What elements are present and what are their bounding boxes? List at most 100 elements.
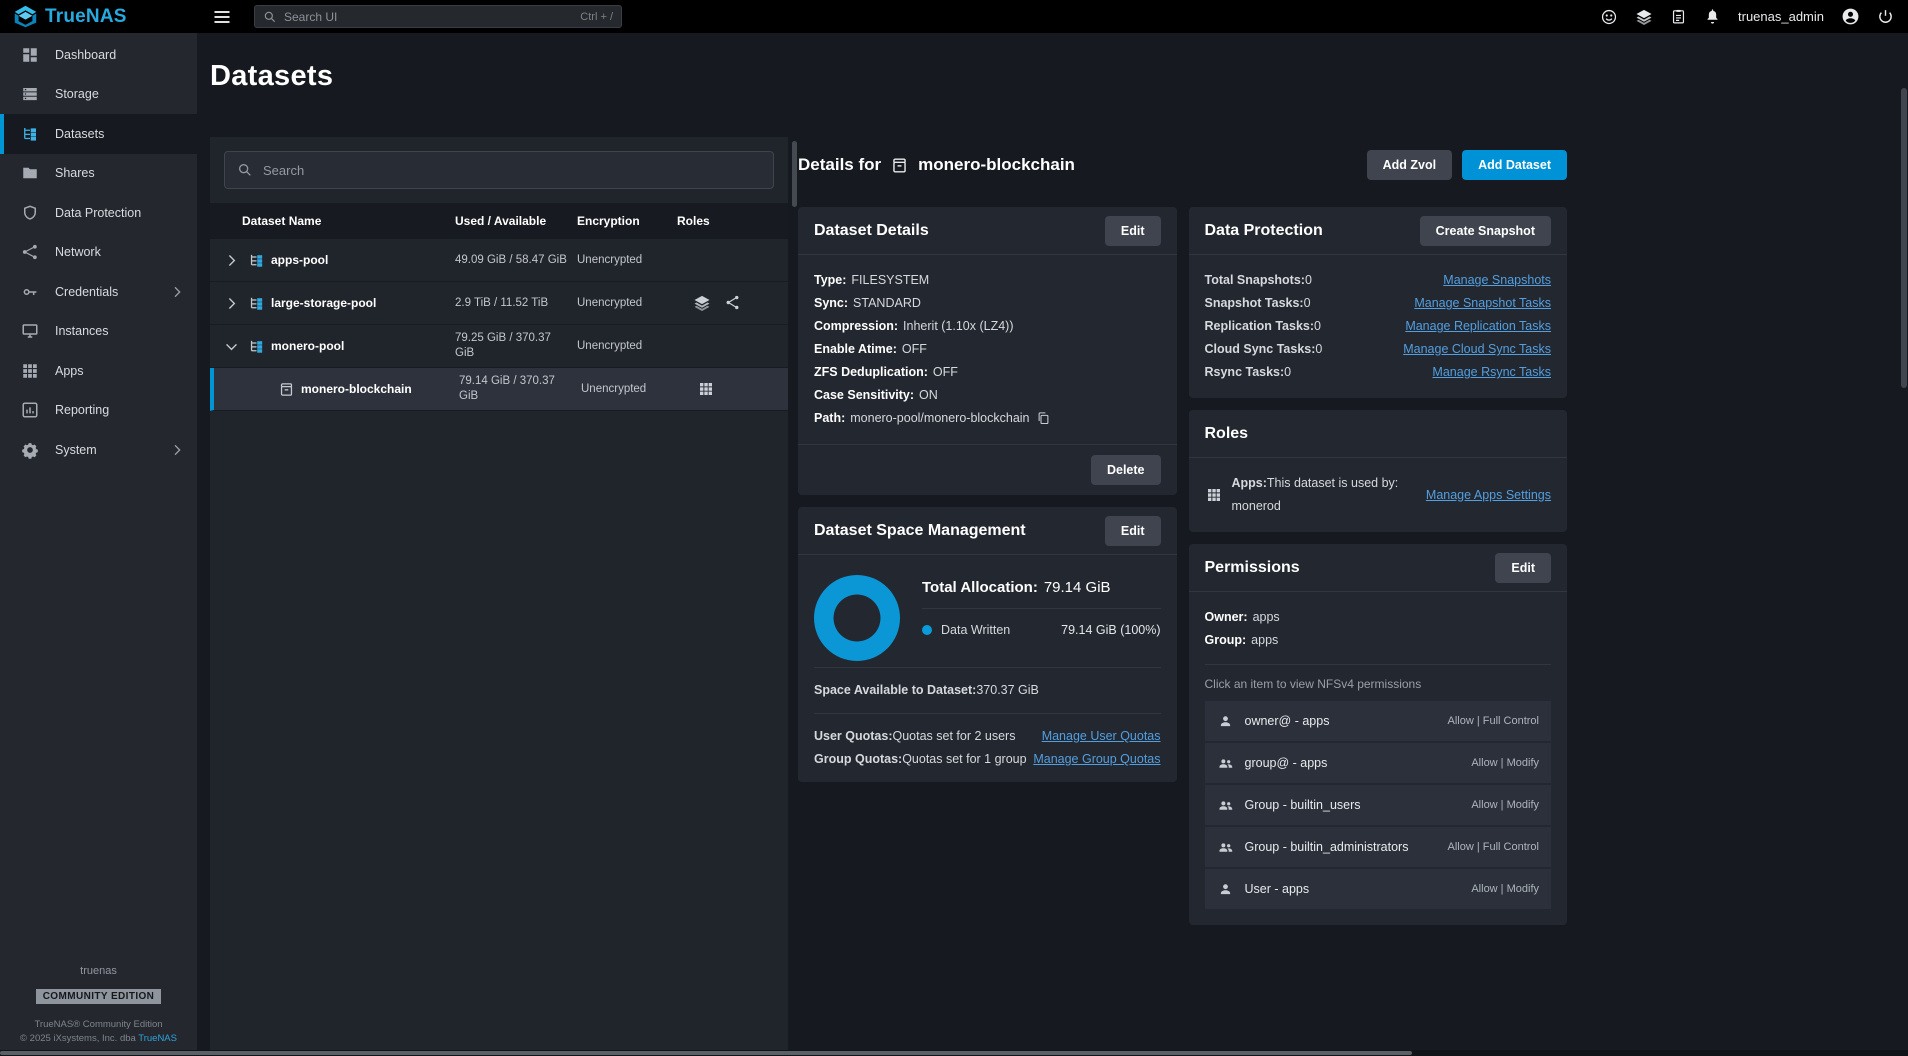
column-header: Dataset Name <box>210 214 455 228</box>
sidebar-item-dashboard[interactable]: Dashboard <box>0 35 197 75</box>
manage-user-quotas-link[interactable]: Manage User Quotas <box>1042 725 1161 748</box>
manage-replication-tasks-link[interactable]: Manage Replication Tasks <box>1405 315 1551 338</box>
field-type: Type:FILESYSTEM <box>814 269 1161 292</box>
edit-space-button[interactable]: Edit <box>1105 516 1161 546</box>
card-title: Dataset Details <box>814 222 929 240</box>
dataset-name: apps-pool <box>271 253 328 267</box>
group-icon <box>1217 797 1234 814</box>
column-header: Encryption <box>577 214 677 228</box>
global-search-input[interactable] <box>284 10 573 24</box>
user-icon[interactable] <box>1841 7 1860 26</box>
expand-chevron-down-icon[interactable] <box>220 338 242 355</box>
used-available: 49.09 GiB / 58.47 GiB <box>455 253 577 268</box>
sidebar-item-network[interactable]: Network <box>0 233 197 273</box>
manage-rsync-tasks-link[interactable]: Manage Rsync Tasks <box>1432 361 1551 384</box>
layers-role-icon <box>693 294 711 312</box>
group-icon <box>1217 839 1234 856</box>
dp-row: Snapshot Tasks:0Manage Snapshot Tasks <box>1205 292 1552 315</box>
table-row[interactable]: apps-pool 49.09 GiB / 58.47 GiB Unencryp… <box>210 239 788 282</box>
owner-field: Owner:apps <box>1205 606 1552 629</box>
truenas-logo[interactable]: TrueNAS <box>0 5 197 28</box>
vertical-scrollbar[interactable] <box>1900 33 1908 1050</box>
feedback-icon[interactable] <box>1600 8 1618 26</box>
field-case-sensitivity: Case Sensitivity:ON <box>814 384 1161 407</box>
sidebar-item-label: Apps <box>55 364 84 378</box>
table-row-selected[interactable]: monero-blockchain 79.14 GiB / 370.37 GiB… <box>210 368 788 411</box>
apps-grid-icon <box>1205 486 1223 504</box>
permission-item[interactable]: User - apps Allow | Modify <box>1205 869 1552 909</box>
sidebar-item-apps[interactable]: Apps <box>0 351 197 391</box>
permissions-list: owner@ - apps Allow | Full Control group… <box>1189 701 1568 925</box>
sidebar-item-system[interactable]: System <box>0 430 197 470</box>
manage-apps-settings-link[interactable]: Manage Apps Settings <box>1426 484 1551 507</box>
copyright-brand-link[interactable]: TrueNAS <box>138 1033 177 1044</box>
manage-snapshot-tasks-link[interactable]: Manage Snapshot Tasks <box>1414 292 1551 315</box>
permission-item[interactable]: Group - builtin_administrators Allow | F… <box>1205 827 1552 867</box>
alerts-bell-icon[interactable] <box>1704 8 1721 25</box>
details-left-column: Dataset Details Edit Type:FILESYSTEM Syn… <box>798 207 1177 794</box>
jobs-icon[interactable] <box>1670 8 1687 25</box>
monitor-icon <box>20 321 40 341</box>
used-available: 79.25 GiB / 370.37 GiB <box>455 331 577 361</box>
horizontal-scrollbar[interactable] <box>0 1050 1908 1056</box>
manage-cloud-sync-tasks-link[interactable]: Manage Cloud Sync Tasks <box>1403 338 1551 361</box>
global-search[interactable]: Ctrl + / <box>254 5 622 28</box>
expand-chevron-right-icon[interactable] <box>220 252 242 269</box>
manage-snapshots-link[interactable]: Manage Snapshots <box>1443 269 1551 292</box>
delete-dataset-button[interactable]: Delete <box>1091 455 1161 485</box>
table-row[interactable]: large-storage-pool 2.9 TiB / 11.52 TiB U… <box>210 282 788 325</box>
menu-toggle-button[interactable] <box>212 7 232 27</box>
add-dataset-button[interactable]: Add Dataset <box>1462 150 1567 180</box>
selected-dataset-name: monero-blockchain <box>918 155 1075 175</box>
sidebar-item-instances[interactable]: Instances <box>0 312 197 352</box>
manage-group-quotas-link[interactable]: Manage Group Quotas <box>1033 748 1160 771</box>
topbar: TrueNAS Ctrl + / truenas_admin <box>0 0 1908 33</box>
sidebar-item-datasets[interactable]: Datasets <box>0 114 197 154</box>
edit-permissions-button[interactable]: Edit <box>1495 553 1551 583</box>
sidebar-item-shares[interactable]: Shares <box>0 154 197 194</box>
expand-chevron-right-icon[interactable] <box>220 295 242 312</box>
add-zvol-button[interactable]: Add Zvol <box>1367 150 1452 180</box>
permission-item[interactable]: owner@ - apps Allow | Full Control <box>1205 701 1552 741</box>
group-quotas-row: Group Quotas:Quotas set for 1 group Mana… <box>814 748 1161 771</box>
group-icon <box>1217 755 1234 772</box>
dataset-name: monero-pool <box>271 339 344 353</box>
used-available: 2.9 TiB / 11.52 TiB <box>455 296 577 311</box>
legend-data-written: Data Written 79.14 GiB (100%) <box>922 609 1161 643</box>
vertical-scrollbar-thumb[interactable] <box>1901 88 1907 388</box>
legend-dot <box>922 625 932 635</box>
permission-item[interactable]: Group - builtin_users Allow | Modify <box>1205 785 1552 825</box>
sidebar-item-reporting[interactable]: Reporting <box>0 391 197 431</box>
permission-item[interactable]: group@ - apps Allow | Modify <box>1205 743 1552 783</box>
edit-dataset-details-button[interactable]: Edit <box>1105 216 1161 246</box>
copy-path-icon[interactable] <box>1036 411 1051 426</box>
dataset-details-card: Dataset Details Edit Type:FILESYSTEM Syn… <box>798 207 1177 495</box>
roles-card: Roles Apps:This dataset is used by: mone… <box>1189 410 1568 532</box>
sidebar-item-data-protection[interactable]: Data Protection <box>0 193 197 233</box>
sidebar-item-label: Instances <box>55 324 109 338</box>
card-title: Dataset Space Management <box>814 522 1026 540</box>
sidebar-item-label: Dashboard <box>55 48 116 62</box>
sidebar-item-label: Network <box>55 245 101 259</box>
truecommand-icon[interactable] <box>1635 8 1653 26</box>
dataset-search-input[interactable] <box>263 163 761 178</box>
space-donut-chart <box>814 575 900 661</box>
bar-chart-icon <box>20 400 40 420</box>
dataset-search[interactable] <box>224 151 774 189</box>
sidebar-item-credentials[interactable]: Credentials <box>0 272 197 312</box>
space-management-card: Dataset Space Management Edit Total Allo… <box>798 507 1177 782</box>
sidebar-item-label: Storage <box>55 87 99 101</box>
chevron-right-icon <box>169 284 185 300</box>
tree-scrollbar-thumb[interactable] <box>792 141 797 207</box>
table-row[interactable]: monero-pool 79.25 GiB / 370.37 GiB Unenc… <box>210 325 788 368</box>
pool-tree-icon <box>248 338 265 355</box>
encryption-state: Unencrypted <box>581 383 681 395</box>
create-snapshot-button[interactable]: Create Snapshot <box>1420 216 1551 246</box>
sidebar-item-storage[interactable]: Storage <box>0 75 197 115</box>
horizontal-scrollbar-thumb[interactable] <box>0 1051 1412 1055</box>
power-icon[interactable] <box>1877 8 1894 25</box>
user-menu-label[interactable]: truenas_admin <box>1738 9 1824 24</box>
sidebar-item-label: Credentials <box>55 285 118 299</box>
network-icon <box>20 242 40 262</box>
shares-folder-icon <box>20 163 40 183</box>
